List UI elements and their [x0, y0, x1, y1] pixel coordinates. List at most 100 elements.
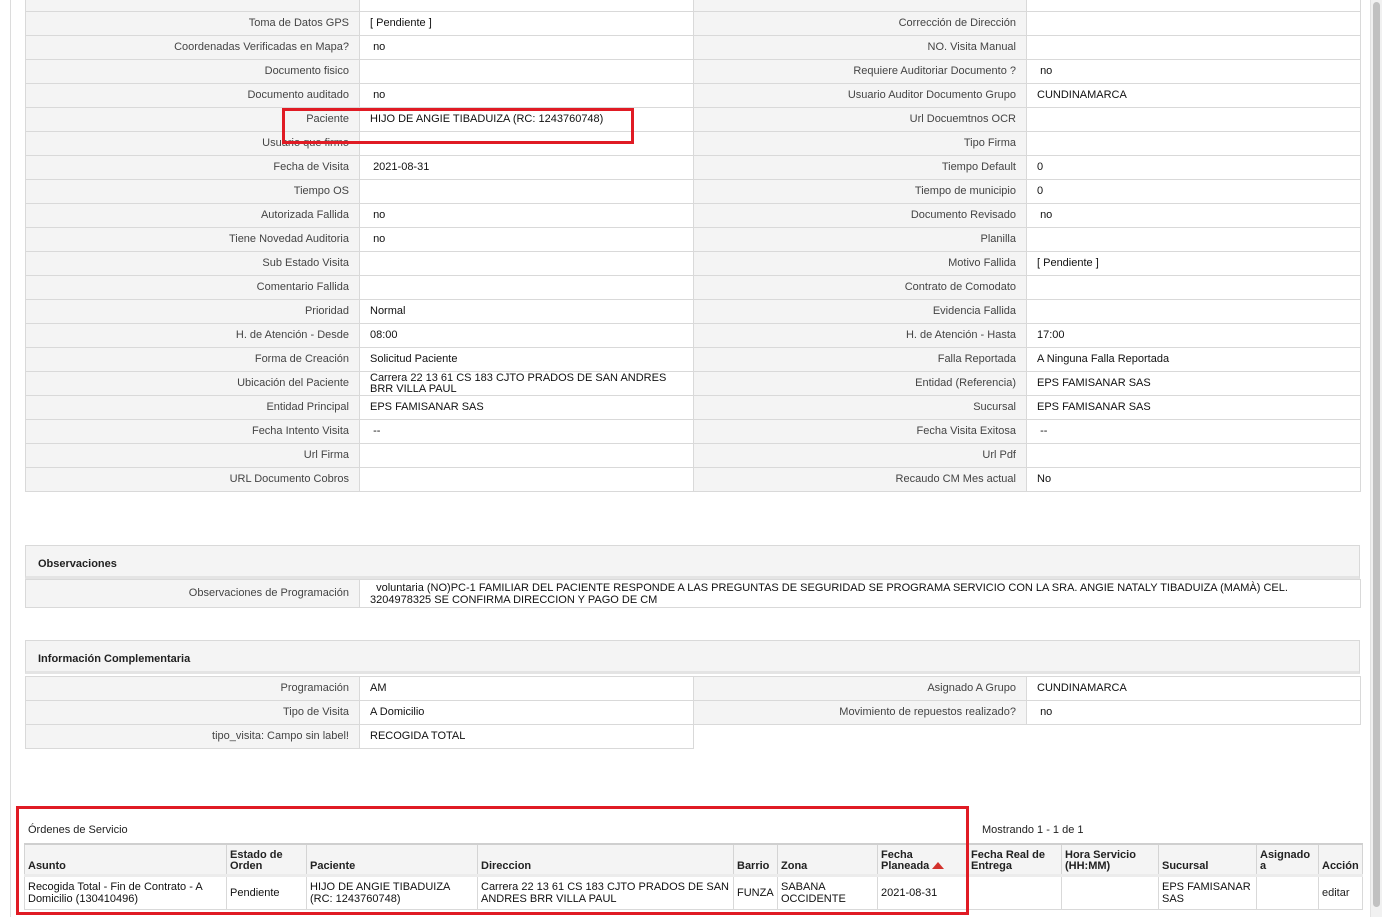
column-header-label: Acción — [1322, 859, 1359, 872]
field-label: Url Pdf — [693, 443, 1027, 468]
field-value: no — [1026, 203, 1361, 228]
visit-details-table: Toma de Datos GPS [ Pendiente ] Corrección… — [25, 11, 1361, 492]
field-label: Paciente — [25, 107, 360, 132]
field-label: Contrato de Comodato — [693, 275, 1027, 300]
field-value — [1026, 227, 1361, 252]
field-label: Requiere Auditoriar Documento ? — [693, 59, 1027, 84]
observaciones-table: Observaciones de Programación voluntaria… — [25, 579, 1361, 608]
field-label: Documento Revisado — [693, 203, 1027, 228]
details-row: Tiempo OS Tiempo de municipio 0 — [25, 179, 1361, 204]
orders-count: Mostrando 1 - 1 de 1 — [982, 824, 1084, 836]
details-row: URL Documento Cobros Recaudo CM Mes actua… — [25, 467, 1361, 492]
field-label: Toma de Datos GPS — [25, 11, 360, 36]
info-row: Tipo de Visita A Domicilio Movimiento de r… — [25, 700, 1361, 725]
field-value: 17:00 — [1026, 323, 1361, 348]
field-value — [359, 251, 694, 276]
field-label: Coordenadas Verificadas en Mapa? — [25, 35, 360, 60]
details-row: Paciente HIJO DE ANGIE TIBADUIZA (RC: 124… — [25, 107, 1361, 132]
details-row: Usuario que firmo Tipo Firma — [25, 131, 1361, 156]
field-label: H. de Atención - Desde — [25, 323, 360, 348]
table-cell — [1061, 873, 1159, 910]
details-row: Comentario Fallida Contrato de Comodato — [25, 275, 1361, 300]
column-header[interactable]: Fecha Planeada — [877, 843, 968, 876]
column-header[interactable]: Hora Servicio (HH:MM) — [1061, 843, 1159, 876]
details-row: Documento auditado no Usuario Auditor Doc… — [25, 83, 1361, 108]
field-label: NO. Visita Manual — [693, 35, 1027, 60]
field-value: Solicitud Paciente — [359, 347, 694, 372]
field-label: Sucursal — [693, 395, 1027, 420]
vertical-scrollbar[interactable] — [1370, 0, 1382, 917]
field-value — [359, 467, 694, 492]
field-value: no — [359, 35, 694, 60]
table-cell: FUNZA — [733, 873, 778, 910]
column-header-label: Fecha Real de Entrega — [971, 848, 1045, 872]
field-value: [ Pendiente ] — [1026, 251, 1361, 276]
column-header[interactable]: Barrio — [733, 843, 778, 876]
field-label: Usuario que firmo — [25, 131, 360, 156]
column-header[interactable]: Estado de Orden — [226, 843, 307, 876]
details-row: Prioridad Normal Evidencia Fallida — [25, 299, 1361, 324]
field-label: Evidencia Fallida — [693, 299, 1027, 324]
column-header[interactable]: Asunto — [24, 843, 227, 876]
table-cell — [1256, 873, 1319, 910]
field-value: 2021-08-31 — [359, 155, 694, 180]
field-label: Programación — [25, 676, 360, 701]
scrollbar-thumb[interactable] — [1373, 2, 1380, 907]
table-cell: EPS FAMISANAR SAS — [1158, 873, 1257, 910]
column-header-label: Hora Servicio (HH:MM) — [1065, 848, 1136, 872]
field-label: Ubicación del Paciente — [25, 371, 360, 396]
field-label: Tipo de Visita — [25, 700, 360, 725]
field-label: tipo_visita: Campo sin label! — [25, 724, 360, 749]
field-label: Tiene Novedad Auditoria — [25, 227, 360, 252]
field-value: no — [359, 83, 694, 108]
field-value — [1026, 0, 1361, 12]
details-row: Fecha Intento Visita -- Fecha Visita Exit… — [25, 419, 1361, 444]
field-value — [359, 131, 694, 156]
info-row: Programación AM Asignado A Grupo CUNDINAMAR… — [25, 676, 1361, 701]
field-value: EPS FAMISANAR SAS — [359, 395, 694, 420]
column-header[interactable]: Paciente — [306, 843, 478, 876]
column-header[interactable]: Acción — [1318, 843, 1363, 876]
field-label: Movimiento de repuestos realizado? — [693, 700, 1027, 725]
field-value: HIJO DE ANGIE TIBADUIZA (RC: 1243760748) — [359, 107, 694, 132]
field-label: Fecha Visita Exitosa — [693, 419, 1027, 444]
observaciones-row: Observaciones de Programación voluntaria… — [25, 579, 1361, 608]
column-header-label: Sucursal — [1162, 859, 1209, 872]
field-label: Autorizada Fallida — [25, 203, 360, 228]
edit-link[interactable]: editar — [1322, 887, 1350, 899]
field-value — [1026, 443, 1361, 468]
field-value: 0 — [1026, 179, 1361, 204]
field-value — [359, 59, 694, 84]
field-value — [1026, 275, 1361, 300]
column-header-label: Barrio — [737, 859, 770, 872]
field-label: Usuario Auditor Documento Grupo — [693, 83, 1027, 108]
field-value: no — [359, 227, 694, 252]
field-value: 0 — [1026, 155, 1361, 180]
details-row: Sub Estado Visita Motivo Fallida[ Pendien… — [25, 251, 1361, 276]
field-value: Normal — [359, 299, 694, 324]
column-header[interactable]: Sucursal — [1158, 843, 1257, 876]
column-header[interactable]: Asignado a — [1256, 843, 1319, 876]
column-header[interactable]: Zona — [777, 843, 878, 876]
table-cell: SABANA OCCIDENTE — [777, 873, 878, 910]
table-row: Recogida Total - Fin de Contrato - A Dom… — [24, 873, 1363, 910]
field-value — [1026, 107, 1361, 132]
field-value: no — [359, 203, 694, 228]
sort-ascending-icon[interactable] — [932, 862, 945, 870]
field-value: -- — [1026, 419, 1361, 444]
field-label: Forma de Creación — [25, 347, 360, 372]
column-header[interactable]: Direccion — [477, 843, 734, 876]
service-orders-table: Asunto Estado de Orden Paciente Direccion Ba… — [24, 843, 1363, 910]
field-label: Asignado A Grupo — [693, 676, 1027, 701]
field-value: no — [1026, 700, 1361, 725]
table-cell: editar — [1318, 873, 1363, 910]
field-value — [1026, 35, 1361, 60]
column-header[interactable]: Fecha Real de Entrega — [967, 843, 1062, 876]
field-value: EPS FAMISANAR SAS — [1026, 395, 1361, 420]
details-row: Fecha de Visita 2021-08-31 Tiempo Default… — [25, 155, 1361, 180]
field-label: Corrección de Dirección — [693, 11, 1027, 36]
field-label: Prioridad — [25, 299, 360, 324]
observaciones-header: Observaciones — [25, 545, 1360, 579]
field-value: 08:00 — [359, 323, 694, 348]
field-label: Recaudo CM Mes actual — [693, 467, 1027, 492]
